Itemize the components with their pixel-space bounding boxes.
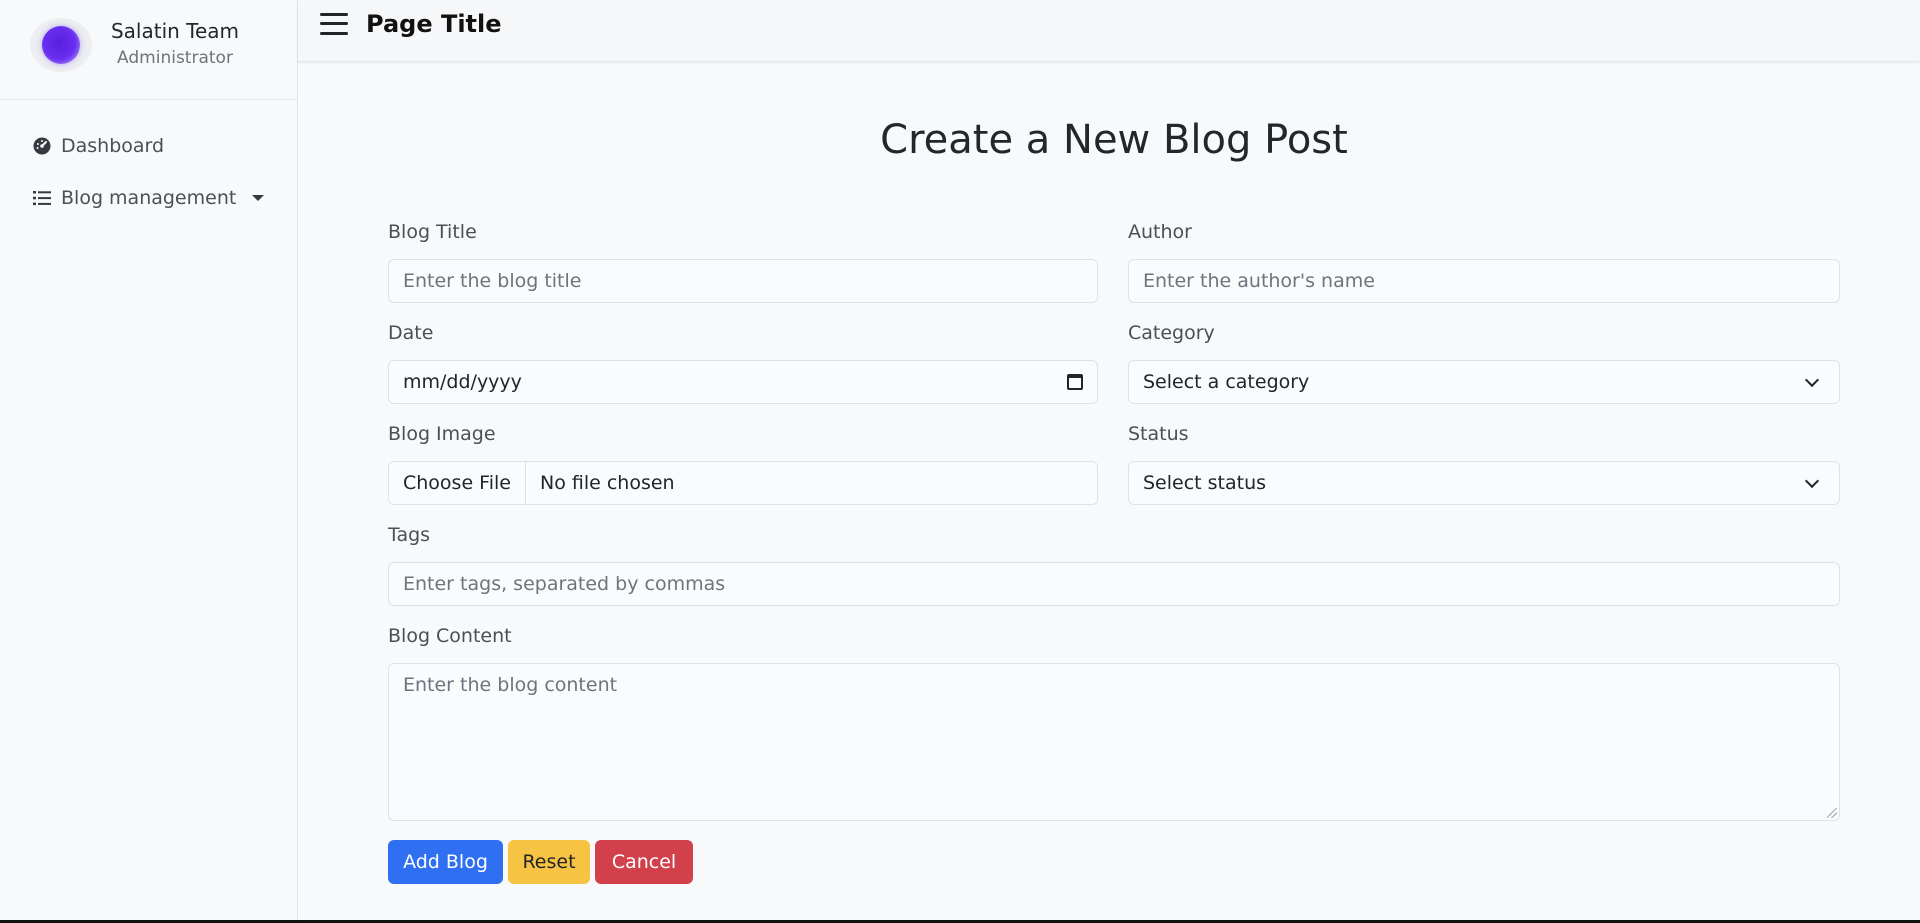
chevron-down-icon — [1804, 473, 1820, 488]
profile-name: Salatin Team — [110, 19, 240, 43]
form-heading: Create a New Blog Post — [880, 117, 1348, 163]
avatar-dot — [42, 26, 80, 64]
sidebar: Salatin Team Administrator Dashboard Blo… — [0, 0, 298, 920]
sidebar-item-label: Dashboard — [61, 135, 165, 157]
blog-image-input[interactable]: Choose File No file chosen — [388, 461, 1098, 505]
profile-role: Administrator — [117, 48, 233, 68]
author-input[interactable]: Enter the author's name — [1128, 259, 1840, 303]
avatar — [30, 18, 92, 72]
cancel-button[interactable]: Cancel — [595, 840, 693, 884]
blog-title-label: Blog Title — [388, 221, 477, 243]
sidebar-nav: Dashboard Blog management — [0, 100, 297, 224]
status-label: Status — [1128, 423, 1189, 445]
main-content: Page Title Create a New Blog Post Blog T… — [298, 0, 1920, 920]
tags-label: Tags — [388, 524, 431, 546]
page-title: Page Title — [366, 9, 502, 38]
category-selected: Select a category — [1143, 371, 1310, 393]
dashboard-icon — [32, 136, 52, 156]
file-status: No file chosen — [539, 472, 675, 494]
blog-title-placeholder: Enter the blog title — [403, 270, 582, 292]
date-label: Date — [388, 322, 434, 344]
blog-content-textarea[interactable]: Enter the blog content — [388, 663, 1840, 821]
app: Salatin Team Administrator Dashboard Blo… — [0, 0, 1920, 920]
sidebar-item-label: Blog management — [61, 187, 237, 209]
author-label: Author — [1128, 221, 1192, 243]
category-label: Category — [1128, 322, 1215, 344]
date-input[interactable]: mm/dd/yyyy — [388, 360, 1098, 404]
reset-button[interactable]: Reset — [508, 840, 590, 884]
blog-content-label: Blog Content — [388, 625, 512, 647]
resize-handle-icon[interactable] — [1827, 808, 1837, 818]
menu-toggle-icon[interactable] — [320, 12, 348, 35]
blog-content-placeholder: Enter the blog content — [403, 674, 618, 696]
status-selected: Select status — [1143, 472, 1267, 494]
blog-image-label: Blog Image — [388, 423, 496, 445]
category-select[interactable]: Select a category — [1128, 360, 1840, 404]
calendar-icon[interactable] — [1067, 374, 1083, 390]
blog-title-input[interactable]: Enter the blog title — [388, 259, 1098, 303]
caret-down-icon — [252, 195, 265, 201]
sidebar-item-dashboard[interactable]: Dashboard — [0, 120, 297, 172]
choose-file-button[interactable]: Choose File — [403, 462, 526, 504]
topbar: Page Title — [298, 0, 1920, 62]
status-select[interactable]: Select status — [1128, 461, 1840, 505]
list-icon — [32, 188, 52, 208]
author-placeholder: Enter the author's name — [1143, 270, 1375, 292]
date-placeholder: mm/dd/yyyy — [403, 371, 522, 393]
chevron-down-icon — [1804, 372, 1820, 387]
add-blog-button[interactable]: Add Blog — [388, 840, 503, 884]
tags-input[interactable]: Enter tags, separated by commas — [388, 562, 1840, 606]
profile: Salatin Team Administrator — [0, 0, 297, 100]
sidebar-item-blog-management[interactable]: Blog management — [0, 172, 297, 224]
tags-placeholder: Enter tags, separated by commas — [403, 573, 726, 595]
